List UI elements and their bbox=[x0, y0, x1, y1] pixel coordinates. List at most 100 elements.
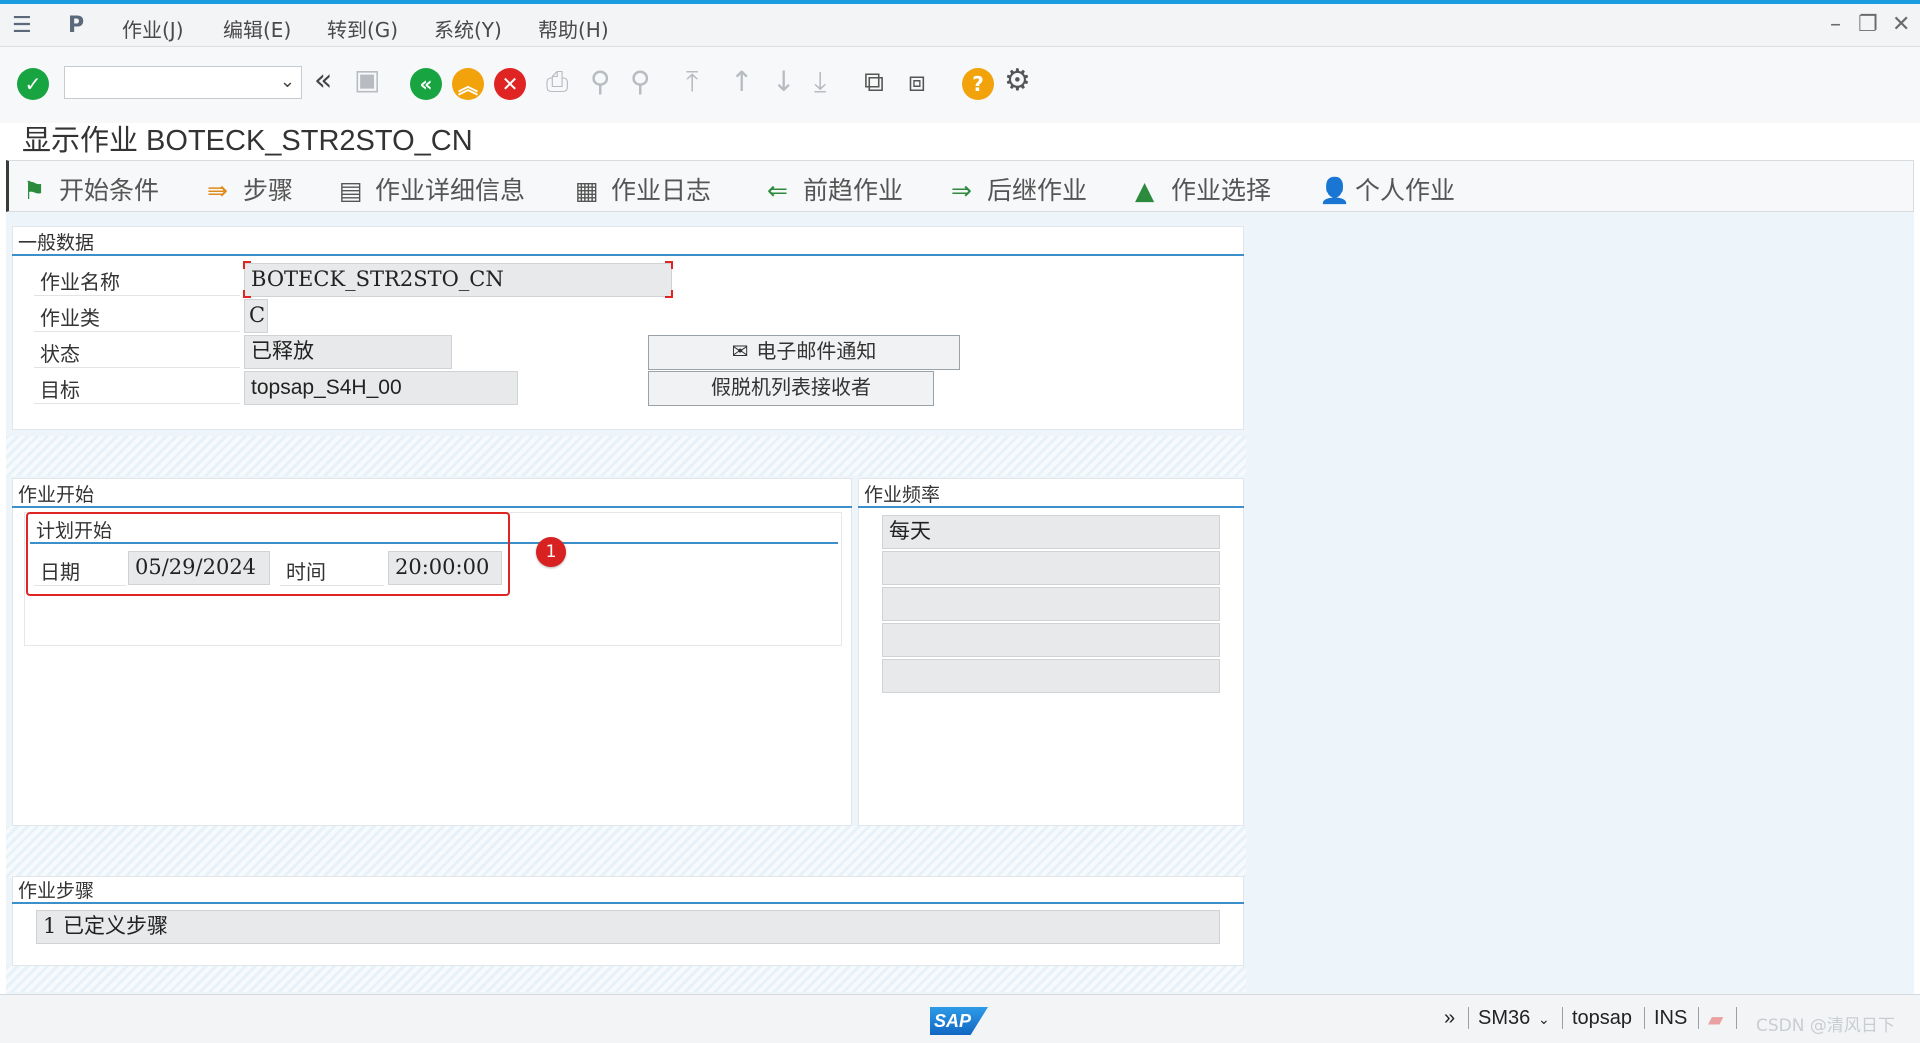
successor-button[interactable]: ⇒ 后继作业 bbox=[951, 171, 1087, 207]
menu-goto[interactable]: 转到(G) bbox=[327, 14, 398, 43]
status-label: 状态 bbox=[34, 338, 240, 368]
job-log-button[interactable]: ▦ 作业日志 bbox=[575, 171, 711, 207]
chevron-down-icon[interactable]: ⌄ bbox=[280, 71, 295, 92]
highlight-box bbox=[26, 512, 510, 596]
frequency-value bbox=[882, 587, 1220, 621]
defined-steps-field: 1 已定义步骤 bbox=[36, 910, 1220, 944]
menu-edit[interactable]: 编辑(E) bbox=[223, 14, 291, 43]
target-field[interactable]: topsap_S4H_00 bbox=[244, 371, 518, 405]
cancel-icon[interactable]: ✕ bbox=[494, 68, 526, 100]
menu-bar: ☰ P 作业(J) 编辑(E) 转到(G) 系统(Y) 帮助(H) – ❐ ✕ bbox=[0, 0, 1920, 47]
sap-p-icon[interactable]: P bbox=[68, 13, 84, 38]
job-details-button[interactable]: ▤ 作业详细信息 bbox=[339, 171, 525, 207]
focus-corner bbox=[665, 261, 673, 269]
person-icon: 👤 bbox=[1319, 176, 1351, 205]
menu-help[interactable]: 帮助(H) bbox=[538, 14, 609, 43]
frequency-value bbox=[882, 551, 1220, 585]
menu-toggle-icon[interactable]: ☰ bbox=[12, 13, 32, 38]
prev-page-icon[interactable]: ↑ bbox=[730, 65, 753, 98]
hatch-band bbox=[6, 966, 1246, 992]
application-toolbar: ⚑ 开始条件 ⇛ 步骤 ▤ 作业详细信息 ▦ 作业日志 ⇐ 前趋作业 ⇒ 后继作业 ▲ 作业选… bbox=[6, 160, 1914, 212]
job-selection-button[interactable]: ▲ 作业选择 bbox=[1135, 171, 1271, 207]
steps-button[interactable]: ⇛ 步骤 bbox=[207, 171, 293, 207]
log-icon: ▦ bbox=[575, 176, 599, 205]
annotation-badge: 1 bbox=[536, 537, 566, 567]
help-icon[interactable]: ? bbox=[962, 68, 994, 100]
job-name-label: 作业名称 bbox=[34, 266, 240, 296]
chevron-down-icon[interactable]: ⌄ bbox=[1538, 1011, 1550, 1028]
exit-icon[interactable]: ︽ bbox=[452, 68, 484, 100]
find-next-icon[interactable]: ⚲ bbox=[630, 65, 651, 98]
lock-icon: ▰ bbox=[1708, 1009, 1724, 1031]
page-title: 显示作业 BOTECK_STR2STO_CN bbox=[22, 125, 473, 157]
successor-label: 后继作业 bbox=[987, 176, 1088, 205]
separator bbox=[1562, 1007, 1563, 1029]
collapse-command-icon[interactable]: « bbox=[314, 63, 332, 98]
last-page-icon[interactable]: ⤓ bbox=[814, 65, 826, 99]
settings-icon[interactable]: ⚙ bbox=[1004, 63, 1031, 98]
job-selection-label: 作业选择 bbox=[1171, 176, 1272, 205]
job-frequency-title: 作业频率 bbox=[858, 480, 1244, 508]
own-jobs-label: 个人作业 bbox=[1355, 176, 1456, 205]
close-window-icon[interactable]: ✕ bbox=[1892, 12, 1910, 37]
predecessor-button[interactable]: ⇐ 前趋作业 bbox=[767, 171, 903, 207]
job-log-label: 作业日志 bbox=[611, 176, 712, 205]
envelope-icon: ✉ bbox=[731, 339, 749, 363]
selection-icon: ▲ bbox=[1135, 176, 1155, 205]
hatch-band bbox=[6, 436, 1246, 476]
command-field[interactable]: ⌄ bbox=[64, 66, 302, 99]
predecessor-label: 前趋作业 bbox=[803, 176, 904, 205]
system-user: topsap bbox=[1572, 1007, 1633, 1029]
job-start-title: 作业开始 bbox=[12, 480, 852, 508]
watermark: CSDN @清风日下 bbox=[1756, 1016, 1895, 1036]
menu-system[interactable]: 系统(Y) bbox=[434, 14, 502, 43]
menu-job[interactable]: 作业(J) bbox=[122, 14, 184, 43]
save-icon[interactable]: ▣ bbox=[354, 63, 380, 96]
separator bbox=[1698, 1007, 1699, 1029]
general-data-title: 一般数据 bbox=[12, 228, 1244, 256]
frequency-value bbox=[882, 659, 1220, 693]
focus-corner bbox=[243, 290, 251, 298]
find-icon[interactable]: ⚲ bbox=[590, 65, 611, 98]
focus-corner bbox=[243, 261, 251, 269]
details-icon: ▤ bbox=[339, 176, 363, 205]
status-bar: SAP » SM36 ⌄ topsap INS ▰ CSDN @清风日下 bbox=[0, 994, 1920, 1043]
job-details-label: 作业详细信息 bbox=[375, 176, 526, 205]
steps-label: 步骤 bbox=[243, 176, 294, 205]
enter-icon[interactable]: ✓ bbox=[17, 68, 49, 100]
sap-logo: SAP bbox=[930, 1007, 988, 1035]
target-label: 目标 bbox=[34, 374, 240, 404]
minimize-icon[interactable]: – bbox=[1830, 12, 1841, 37]
email-notification-label: 电子邮件通知 bbox=[756, 339, 877, 363]
print-icon[interactable]: ⎙ bbox=[546, 65, 568, 99]
job-class-field[interactable]: C bbox=[244, 299, 268, 333]
successor-icon: ⇒ bbox=[951, 176, 972, 205]
transaction-code[interactable]: SM36 bbox=[1478, 1007, 1530, 1030]
separator bbox=[1736, 1007, 1737, 1029]
job-steps-title: 作业步骤 bbox=[12, 876, 1244, 904]
separator bbox=[1468, 1007, 1469, 1029]
focus-corner bbox=[665, 290, 673, 298]
insert-mode[interactable]: INS bbox=[1654, 1007, 1687, 1030]
flag-icon: ⚑ bbox=[23, 176, 46, 205]
spool-recipient-button[interactable]: 假脱机列表接收者 bbox=[648, 371, 934, 406]
restore-icon[interactable]: ❐ bbox=[1858, 12, 1878, 37]
job-name-field[interactable]: BOTECK_STR2STO_CN bbox=[244, 263, 672, 297]
start-condition-button[interactable]: ⚑ 开始条件 bbox=[23, 171, 159, 207]
first-page-icon[interactable]: ⤒ bbox=[686, 65, 698, 99]
job-class-label: 作业类 bbox=[34, 302, 240, 332]
new-session-icon[interactable]: ⧉ bbox=[864, 65, 884, 99]
hatch-band bbox=[6, 826, 1246, 878]
frequency-value: 每天 bbox=[882, 515, 1220, 549]
standard-toolbar: ✓ ⌄ « ▣ « ︽ ✕ ⎙ ⚲ ⚲ ⤒ ↑ ↓ ⤓ ⧉ ⧈ ? ⚙ bbox=[0, 47, 1920, 123]
predecessor-icon: ⇐ bbox=[767, 176, 788, 205]
next-page-icon[interactable]: ↓ bbox=[772, 65, 795, 98]
email-notification-button[interactable]: ✉ 电子邮件通知 bbox=[648, 335, 960, 370]
status-expand-icon[interactable]: » bbox=[1444, 1007, 1455, 1030]
back-icon[interactable]: « bbox=[410, 68, 442, 100]
own-jobs-button[interactable]: 👤 个人作业 bbox=[1319, 171, 1455, 207]
start-condition-label: 开始条件 bbox=[59, 176, 160, 205]
shortcut-icon[interactable]: ⧈ bbox=[908, 65, 926, 99]
separator bbox=[1644, 1007, 1645, 1029]
steps-icon: ⇛ bbox=[207, 176, 228, 205]
